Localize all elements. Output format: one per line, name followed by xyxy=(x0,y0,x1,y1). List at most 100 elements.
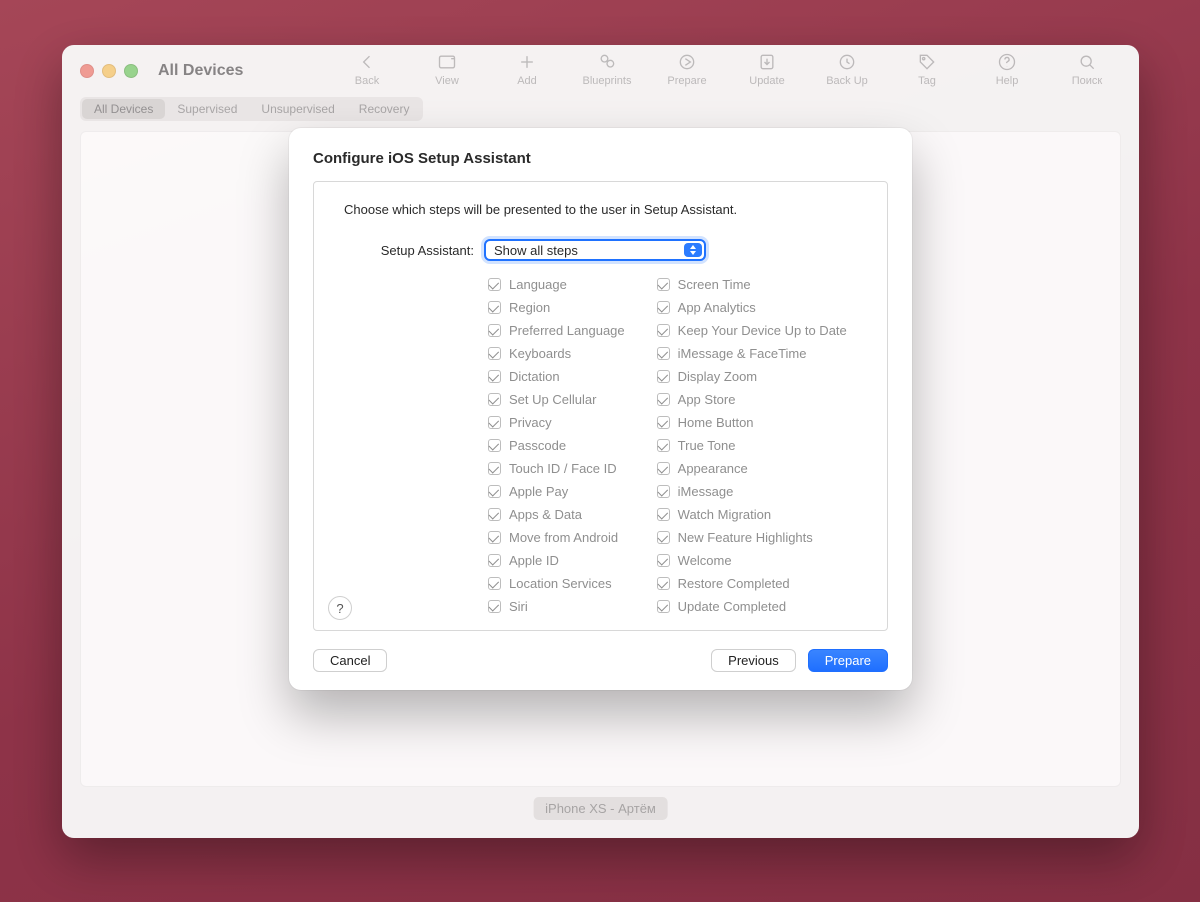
checkbox xyxy=(657,324,670,337)
step-checkbox-row: Watch Migration xyxy=(657,505,847,524)
checkbox xyxy=(488,531,501,544)
step-checkbox-row: Restore Completed xyxy=(657,574,847,593)
checkbox xyxy=(488,508,501,521)
steps-columns: Language Region Preferred Language Keyboard… xyxy=(334,275,867,616)
checkbox xyxy=(657,577,670,590)
checkbox xyxy=(657,462,670,475)
step-checkbox-row: New Feature Highlights xyxy=(657,528,847,547)
setup-assistant-popup[interactable]: Show all steps xyxy=(484,239,706,261)
checkbox xyxy=(488,393,501,406)
checkbox xyxy=(488,370,501,383)
step-checkbox-row: Privacy xyxy=(488,413,625,432)
step-checkbox-row: Region xyxy=(488,298,625,317)
cancel-button[interactable]: Cancel xyxy=(313,649,387,672)
step-checkbox-row: Update Completed xyxy=(657,597,847,616)
checkbox xyxy=(657,301,670,314)
step-label: Appearance xyxy=(678,459,748,478)
checkbox xyxy=(488,416,501,429)
step-label: App Store xyxy=(678,390,736,409)
step-label: Location Services xyxy=(509,574,612,593)
steps-column-2: Screen Time App Analytics Keep Your Device… xyxy=(657,275,847,616)
step-label: Apple ID xyxy=(509,551,559,570)
step-checkbox-row: Language xyxy=(488,275,625,294)
step-label: Dictation xyxy=(509,367,560,386)
checkbox xyxy=(488,439,501,452)
help-button[interactable]: ? xyxy=(328,596,352,620)
step-label: True Tone xyxy=(678,436,736,455)
step-checkbox-row: Move from Android xyxy=(488,528,625,547)
checkbox xyxy=(488,324,501,337)
step-label: Set Up Cellular xyxy=(509,390,596,409)
checkbox xyxy=(488,600,501,613)
step-label: Touch ID / Face ID xyxy=(509,459,617,478)
step-label: App Analytics xyxy=(678,298,756,317)
checkbox xyxy=(657,370,670,383)
step-checkbox-row: iMessage & FaceTime xyxy=(657,344,847,363)
checkbox xyxy=(488,347,501,360)
popup-label: Setup Assistant: xyxy=(334,243,474,258)
checkbox xyxy=(488,462,501,475)
checkbox xyxy=(657,439,670,452)
checkbox xyxy=(488,577,501,590)
steps-column-1: Language Region Preferred Language Keyboard… xyxy=(488,275,625,616)
step-checkbox-row: Touch ID / Face ID xyxy=(488,459,625,478)
step-checkbox-row: Location Services xyxy=(488,574,625,593)
step-checkbox-row: Keep Your Device Up to Date xyxy=(657,321,847,340)
step-checkbox-row: Appearance xyxy=(657,459,847,478)
dialog-frame: Choose which steps will be presented to … xyxy=(313,181,888,631)
step-label: Screen Time xyxy=(678,275,751,294)
step-label: Home Button xyxy=(678,413,754,432)
step-label: Apps & Data xyxy=(509,505,582,524)
step-label: Move from Android xyxy=(509,528,618,547)
step-label: Apple Pay xyxy=(509,482,568,501)
step-label: Display Zoom xyxy=(678,367,757,386)
step-checkbox-row: Welcome xyxy=(657,551,847,570)
dialog-instruction: Choose which steps will be presented to … xyxy=(334,202,867,217)
step-checkbox-row: True Tone xyxy=(657,436,847,455)
step-checkbox-row: Display Zoom xyxy=(657,367,847,386)
step-label: New Feature Highlights xyxy=(678,528,813,547)
checkbox xyxy=(657,278,670,291)
step-label: Restore Completed xyxy=(678,574,790,593)
previous-button[interactable]: Previous xyxy=(711,649,796,672)
step-checkbox-row: Siri xyxy=(488,597,625,616)
step-checkbox-row: Keyboards xyxy=(488,344,625,363)
step-checkbox-row: iMessage xyxy=(657,482,847,501)
step-checkbox-row: Passcode xyxy=(488,436,625,455)
step-checkbox-row: Apps & Data xyxy=(488,505,625,524)
checkbox xyxy=(657,531,670,544)
step-checkbox-row: Set Up Cellular xyxy=(488,390,625,409)
checkbox xyxy=(657,554,670,567)
step-checkbox-row: Preferred Language xyxy=(488,321,625,340)
step-checkbox-row: Apple Pay xyxy=(488,482,625,501)
checkbox xyxy=(488,554,501,567)
popup-value: Show all steps xyxy=(494,243,578,258)
updown-icon xyxy=(684,243,702,257)
setup-assistant-dialog: Configure iOS Setup Assistant Choose whi… xyxy=(289,128,912,690)
checkbox xyxy=(657,416,670,429)
step-label: Update Completed xyxy=(678,597,786,616)
setup-assistant-row: Setup Assistant: Show all steps xyxy=(334,239,867,261)
checkbox xyxy=(657,600,670,613)
checkbox xyxy=(657,347,670,360)
step-label: iMessage & FaceTime xyxy=(678,344,807,363)
step-checkbox-row: Home Button xyxy=(657,413,847,432)
step-checkbox-row: Screen Time xyxy=(657,275,847,294)
step-label: Privacy xyxy=(509,413,552,432)
step-label: Watch Migration xyxy=(678,505,771,524)
step-checkbox-row: Apple ID xyxy=(488,551,625,570)
checkbox xyxy=(657,485,670,498)
step-checkbox-row: App Analytics xyxy=(657,298,847,317)
step-checkbox-row: Dictation xyxy=(488,367,625,386)
step-label: Siri xyxy=(509,597,528,616)
step-checkbox-row: App Store xyxy=(657,390,847,409)
step-label: Passcode xyxy=(509,436,566,455)
step-label: Language xyxy=(509,275,567,294)
step-label: Preferred Language xyxy=(509,321,625,340)
dialog-buttons: Cancel Previous Prepare xyxy=(313,649,888,672)
checkbox xyxy=(488,278,501,291)
prepare-button[interactable]: Prepare xyxy=(808,649,888,672)
step-label: Keep Your Device Up to Date xyxy=(678,321,847,340)
step-label: Keyboards xyxy=(509,344,571,363)
checkbox xyxy=(488,301,501,314)
